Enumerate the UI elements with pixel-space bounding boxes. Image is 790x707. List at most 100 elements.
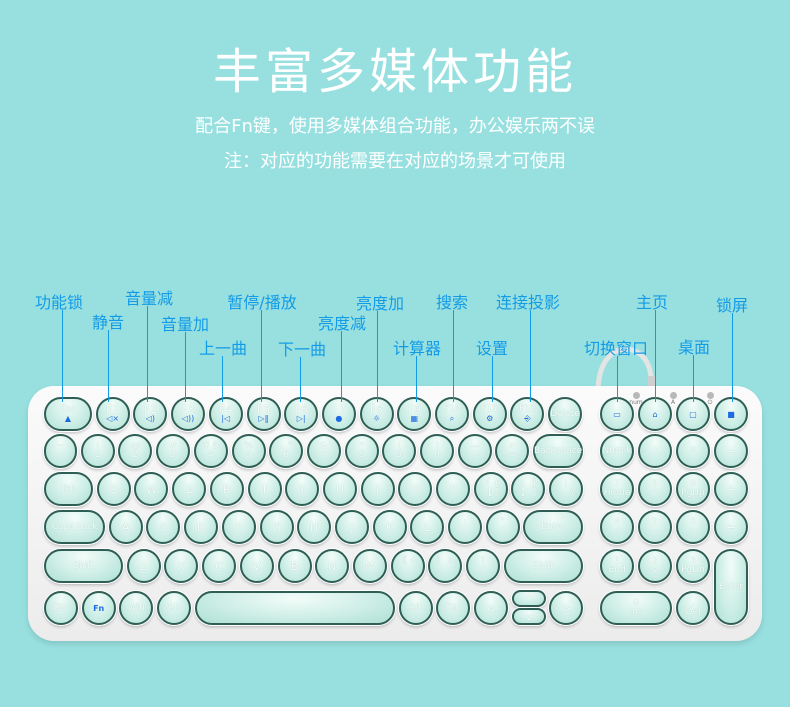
key-f5[interactable]: F5 ▷‖	[246, 397, 281, 431]
key-m[interactable]: M	[352, 549, 387, 583]
key-e[interactable]: E	[172, 472, 207, 506]
key-u[interactable]: U	[322, 472, 357, 506]
key-delete[interactable]: Delete	[548, 397, 583, 431]
key-backspace[interactable]: Backspace	[533, 434, 584, 468]
key-2[interactable]: 2v	[638, 549, 672, 583]
key-symbol[interactable]: " '	[485, 510, 520, 544]
key-3[interactable]: 3 PgDn	[676, 549, 710, 583]
key-enter[interactable]: Enter	[523, 510, 584, 544]
key-symbol[interactable]: * 8	[344, 434, 379, 468]
key-symbol[interactable]: ! 1	[80, 434, 115, 468]
key-8[interactable]: 8 ^	[638, 472, 672, 506]
key-6[interactable]: 6 >	[676, 510, 710, 544]
key-symbol[interactable]: *	[676, 434, 710, 468]
key-numlk[interactable]: Numlk	[600, 434, 634, 468]
key-symbol[interactable]: ^	[511, 590, 546, 607]
key-f1[interactable]: F1 ◁×	[95, 397, 130, 431]
key-symbol[interactable]: :;	[448, 510, 482, 544]
key-sublabel: 3	[170, 450, 176, 460]
key-h[interactable]: H	[297, 510, 332, 544]
key-symbol[interactable]: …^ 6	[269, 434, 304, 468]
key-k[interactable]: K	[372, 510, 407, 544]
key-f10[interactable]: F10 ⌕	[435, 397, 469, 431]
key-p[interactable]: P	[436, 472, 470, 506]
key-tab[interactable]: Tab	[44, 472, 93, 506]
key-symbol[interactable]: % 5	[231, 434, 266, 468]
key-c[interactable]: C	[202, 549, 237, 583]
key-v[interactable]: v	[511, 608, 546, 625]
key-0[interactable]: 0 Ins	[600, 591, 672, 625]
key-alt[interactable]: Alt	[398, 591, 433, 625]
key-symbol[interactable]: 「 {【 [	[473, 472, 508, 506]
key-f4[interactable]: F4 |◁	[208, 397, 243, 431]
callout-label: 搜索	[435, 293, 469, 312]
key-symbol[interactable]: #3	[156, 434, 191, 468]
key-9[interactable]: 9 PgUp	[676, 472, 710, 506]
key-label: F6	[294, 403, 308, 416]
key-symbol[interactable]: ~ 、·	[44, 434, 77, 468]
key-space[interactable]	[194, 591, 395, 625]
key-f8[interactable]: F8 ☼	[359, 397, 394, 431]
key-fn[interactable]: Fn	[81, 591, 116, 625]
key-d[interactable]: D	[184, 510, 219, 544]
key-label: <	[486, 601, 496, 615]
key-n[interactable]: N	[315, 549, 350, 583]
key-shift[interactable]: Shift	[503, 549, 583, 583]
key-symbol[interactable]: ? /	[466, 549, 500, 583]
key-7[interactable]: 7 Home	[600, 472, 634, 506]
play-pause-icon: ▷‖	[258, 414, 269, 423]
key-alt[interactable]: Alt	[157, 591, 192, 625]
key-label: Backspace	[533, 445, 583, 456]
key-5[interactable]: 5 _	[638, 510, 672, 544]
key-lock-screen[interactable]: ■	[714, 397, 748, 431]
key-i[interactable]: I	[360, 472, 395, 506]
key-symbol[interactable]: +	[714, 472, 748, 506]
key-label: M	[365, 559, 375, 573]
key-f11[interactable]: F11 ⚙	[472, 397, 507, 431]
key-g[interactable]: G	[259, 510, 294, 544]
key-symbol[interactable]: ¥ $4	[193, 434, 228, 468]
key-enter[interactable]: Enter	[714, 549, 748, 625]
key-a[interactable]: A	[108, 510, 143, 544]
key-home[interactable]: ⌂	[638, 397, 672, 431]
key-symbol[interactable]: ←	[714, 510, 748, 544]
key-q[interactable]: Q	[96, 472, 131, 506]
key-f6[interactable]: F6 ▷|	[284, 397, 319, 431]
key-t[interactable]: T	[247, 472, 282, 506]
key-shift[interactable]: Shift	[44, 549, 123, 583]
key-ctrl[interactable]: Ctrl	[436, 591, 471, 625]
key-label: Numlk	[602, 445, 632, 456]
key-ctrl[interactable]: Ctrl	[44, 591, 78, 625]
key-desktop[interactable]: ▢	[676, 397, 710, 431]
key-label: F12	[519, 404, 536, 414]
callout-line	[693, 355, 694, 402]
key-symbol[interactable]: 《 <，,	[390, 549, 425, 583]
key-1[interactable]: 1 End	[600, 549, 634, 583]
key-symbol[interactable]: <	[473, 591, 508, 625]
key-symbol[interactable]: −	[714, 434, 748, 468]
key-b[interactable]: B	[277, 549, 312, 583]
key-symbol[interactable]: & 7	[306, 434, 341, 468]
key-v[interactable]: V	[239, 549, 274, 583]
key-label: Tab	[60, 483, 77, 494]
key-j[interactable]: J	[334, 510, 369, 544]
key-f3[interactable]: F3 ◁))	[171, 397, 206, 431]
key-caps-lock[interactable]: Caps Lock	[44, 510, 105, 544]
key-label: X	[177, 559, 186, 573]
search-icon: ⌕	[449, 414, 455, 423]
key-f[interactable]: F	[221, 510, 256, 544]
key-y[interactable]: Y	[285, 472, 320, 506]
key-symbol[interactable]: |、 \	[549, 472, 584, 506]
key-f7[interactable]: F7 ●	[321, 397, 356, 431]
key-z[interactable]: Z	[126, 549, 161, 583]
key-symbol[interactable]: ) 0	[420, 434, 454, 468]
key-4[interactable]: 4 <	[600, 510, 634, 544]
callout-line	[341, 331, 342, 402]
key-esc[interactable]: Esc ▲	[44, 397, 92, 431]
key-symbol[interactable]: . Del	[676, 591, 710, 625]
key-symbol[interactable]: /	[638, 434, 672, 468]
key-r[interactable]: R	[209, 472, 244, 506]
key-symbol[interactable]: — -	[457, 434, 492, 468]
key-sublabel: 1	[94, 450, 101, 460]
indicator-label: ⏻	[707, 399, 713, 406]
